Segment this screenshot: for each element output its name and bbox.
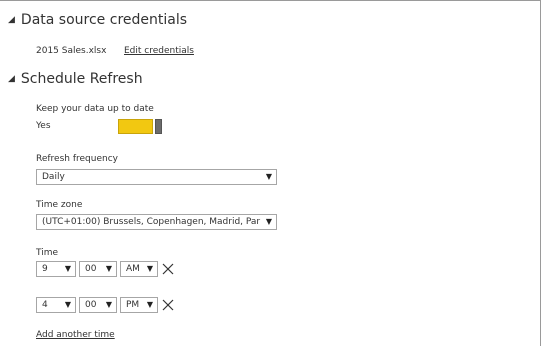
credentials-section-header[interactable]: ◢ Data source credentials bbox=[8, 12, 187, 28]
toggle-track bbox=[118, 119, 154, 134]
add-another-time-link[interactable]: Add another time bbox=[36, 330, 115, 340]
caret-down-icon: ◢ bbox=[8, 14, 15, 25]
refresh-frequency-label: Refresh frequency bbox=[36, 154, 118, 164]
time-2-ampm-select[interactable]: PM ▼ bbox=[120, 297, 158, 313]
credentials-file-name: 2015 Sales.xlsx bbox=[36, 46, 107, 56]
close-icon bbox=[162, 299, 174, 311]
time-1-minute-value: 00 bbox=[85, 264, 97, 274]
close-icon bbox=[162, 263, 174, 275]
chevron-down-icon: ▼ bbox=[105, 264, 112, 273]
time-2-minute-select[interactable]: 00 ▼ bbox=[79, 297, 117, 313]
edit-credentials-link[interactable]: Edit credentials bbox=[124, 46, 194, 56]
chevron-down-icon: ▼ bbox=[64, 300, 71, 309]
time-1-ampm-value: AM bbox=[126, 264, 140, 274]
remove-time-1-button[interactable] bbox=[161, 262, 175, 276]
time-1-minute-select[interactable]: 00 ▼ bbox=[79, 261, 117, 277]
time-2-minute-value: 00 bbox=[85, 300, 97, 310]
time-1-hour-select[interactable]: 9 ▼ bbox=[36, 261, 76, 277]
chevron-down-icon: ▼ bbox=[64, 264, 71, 273]
keep-up-to-date-toggle[interactable] bbox=[118, 119, 162, 134]
keep-up-to-date-label: Keep your data up to date bbox=[36, 104, 154, 114]
time-2-ampm-value: PM bbox=[126, 300, 140, 310]
time-label: Time bbox=[36, 248, 59, 258]
refresh-frequency-select[interactable]: Daily ▼ bbox=[36, 169, 277, 185]
time-zone-select[interactable]: (UTC+01:00) Brussels, Copenhagen, Madrid… bbox=[36, 214, 277, 230]
schedule-section-title: Schedule Refresh bbox=[20, 71, 143, 87]
chevron-down-icon: ▼ bbox=[265, 217, 272, 226]
refresh-frequency-value: Daily bbox=[42, 172, 65, 182]
time-1-ampm-select[interactable]: AM ▼ bbox=[120, 261, 158, 277]
chevron-down-icon: ▼ bbox=[105, 300, 112, 309]
time-2-hour-value: 4 bbox=[42, 300, 48, 310]
time-2-hour-select[interactable]: 4 ▼ bbox=[36, 297, 76, 313]
chevron-down-icon: ▼ bbox=[146, 300, 153, 309]
caret-down-icon: ◢ bbox=[8, 73, 15, 84]
credentials-section-title: Data source credentials bbox=[20, 12, 188, 28]
time-1-hour-value: 9 bbox=[42, 264, 48, 274]
toggle-value-label: Yes bbox=[36, 121, 51, 131]
remove-time-2-button[interactable] bbox=[161, 298, 175, 312]
time-zone-label: Time zone bbox=[36, 200, 83, 210]
chevron-down-icon: ▼ bbox=[146, 264, 153, 273]
chevron-down-icon: ▼ bbox=[265, 172, 272, 181]
time-zone-value: (UTC+01:00) Brussels, Copenhagen, Madrid… bbox=[42, 217, 261, 227]
toggle-knob bbox=[155, 119, 162, 134]
schedule-section-header[interactable]: ◢ Schedule Refresh bbox=[8, 71, 143, 87]
